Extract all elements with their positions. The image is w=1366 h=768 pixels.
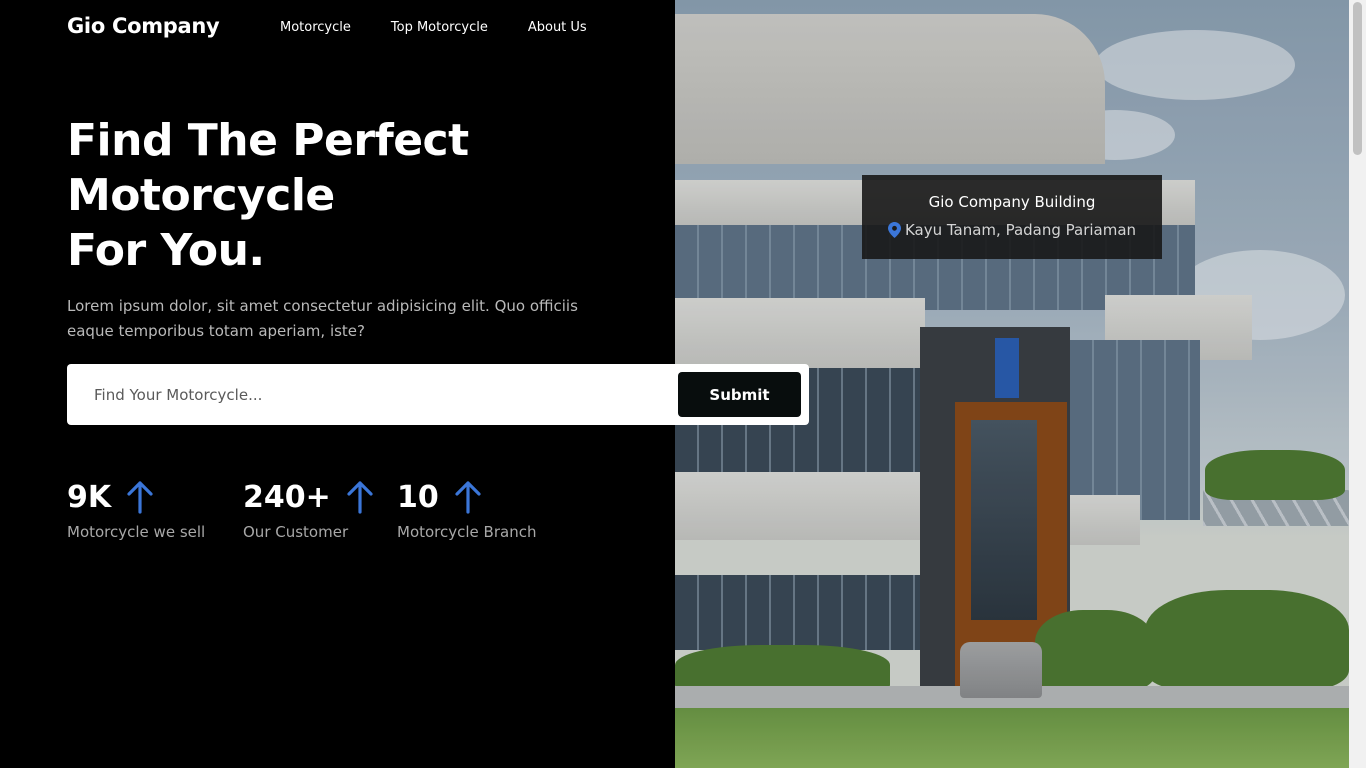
location-title: Gio Company Building: [928, 193, 1096, 211]
nav-link-about-us[interactable]: About Us: [528, 20, 587, 35]
scrollbar[interactable]: [1349, 0, 1366, 768]
stat-motorcycles-sold: 9K Motorcycle we sell: [67, 476, 206, 542]
stat-label: Our Customer: [243, 523, 349, 541]
stat-customers: 240+ Our Customer: [243, 476, 375, 541]
map-pin-icon: [887, 222, 901, 238]
location-address: Kayu Tanam, Padang Pariaman: [862, 221, 1162, 239]
stat-value: 10: [397, 479, 439, 515]
stat-label: Motorcycle Branch: [397, 523, 537, 541]
search-input[interactable]: [94, 364, 664, 425]
hero-title-line-1: Find The Perfect: [67, 115, 469, 166]
main-nav: Motorcycle Top Motorcycle About Us: [280, 20, 587, 35]
scrollbar-thumb[interactable]: [1353, 2, 1362, 155]
hero-title-line-3: For You.: [67, 225, 265, 276]
hero-description: Lorem ipsum dolor, sit amet consectetur …: [67, 297, 578, 340]
stat-value: 9K: [67, 479, 112, 515]
search-bar: Submit: [67, 364, 809, 425]
hero-title-line-2: Motorcycle: [67, 170, 335, 221]
arrow-up-icon: [455, 481, 481, 514]
arrow-up-icon: [127, 481, 153, 514]
nav-link-top-motorcycle[interactable]: Top Motorcycle: [391, 20, 488, 35]
nav-link-motorcycle[interactable]: Motorcycle: [280, 20, 351, 35]
location-card: Gio Company Building Kayu Tanam, Padang …: [862, 175, 1162, 259]
hero-title: Find The Perfect Motorcycle For You.: [67, 113, 469, 278]
stat-value: 240+: [243, 479, 331, 515]
brand-logo[interactable]: Gio Company: [67, 14, 220, 38]
location-address-text: Kayu Tanam, Padang Pariaman: [904, 221, 1137, 239]
stat-branches: 10 Motorcycle Branch: [397, 476, 537, 542]
submit-button[interactable]: Submit: [678, 372, 801, 417]
arrow-up-icon: [347, 481, 373, 514]
stat-label: Motorcycle we sell: [67, 523, 206, 541]
